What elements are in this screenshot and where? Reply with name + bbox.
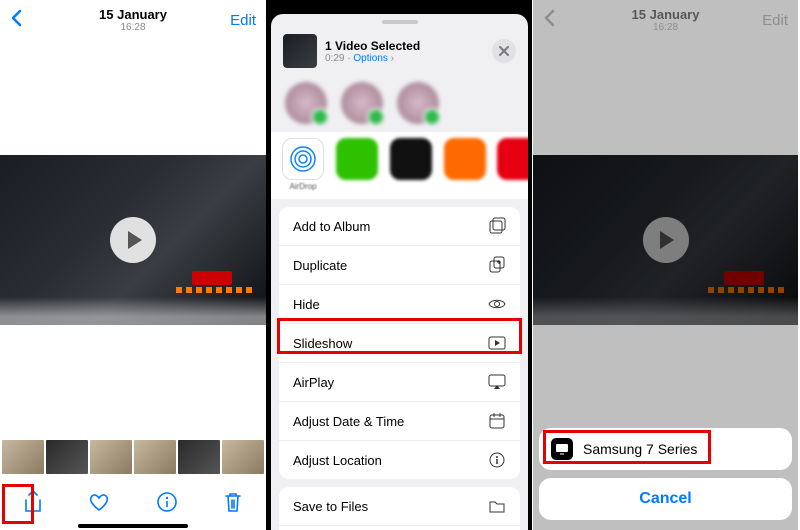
action-adjust-location[interactable]: Adjust Location <box>279 441 520 479</box>
sheet-grabber[interactable] <box>382 20 418 24</box>
action-airplay[interactable]: AirPlay <box>279 363 520 402</box>
airdrop-icon <box>282 138 324 180</box>
nav-bar: 15 January 16:28 Edit <box>0 0 266 40</box>
nav-time: 16:28 <box>0 22 266 33</box>
app-airdrop[interactable]: AirDrop <box>281 138 325 191</box>
douyin-icon[interactable] <box>390 138 432 180</box>
app-icon[interactable] <box>444 138 486 180</box>
folder-icon <box>488 497 506 515</box>
app-icon[interactable] <box>497 138 528 180</box>
airplay-icon <box>488 373 506 391</box>
highlight-airplay <box>277 318 522 354</box>
airplay-picker-screen: 15 January 16:28 Edit Samsung 7 Series C… <box>532 0 798 530</box>
nav-title: 15 January 16:28 <box>0 7 266 33</box>
action-add-to-album[interactable]: Add to Album <box>279 207 520 246</box>
selection-header: 1 Video Selected 0:29 · Options › <box>271 30 528 78</box>
album-icon <box>488 217 506 235</box>
app-label: AirDrop <box>281 182 325 191</box>
selection-thumbnail <box>283 34 317 68</box>
duplicate-icon <box>488 256 506 274</box>
share-sheet: 1 Video Selected 0:29 · Options › A <box>271 14 528 530</box>
close-icon[interactable] <box>492 39 516 63</box>
highlight-device <box>543 430 711 464</box>
info-icon[interactable] <box>156 491 178 513</box>
back-chevron-icon[interactable] <box>10 9 22 31</box>
calendar-icon <box>488 412 506 430</box>
eye-icon <box>488 295 506 313</box>
heart-icon[interactable] <box>88 492 110 512</box>
airplay-device-row[interactable]: Samsung 7 Series <box>539 428 792 470</box>
bottom-toolbar <box>0 484 266 520</box>
info-icon <box>488 451 506 469</box>
nav-date: 15 January <box>0 7 266 22</box>
trash-icon[interactable] <box>223 491 243 513</box>
highlight-share <box>2 484 34 524</box>
action-duplicate[interactable]: Duplicate <box>279 246 520 285</box>
play-icon[interactable] <box>110 217 156 263</box>
share-sheet-screen: 1 Video Selected 0:29 · Options › A <box>266 0 532 530</box>
action-save-to-files[interactable]: Save to Files <box>279 487 520 526</box>
photos-detail-screen: 15 January 16:28 Edit <box>0 0 266 530</box>
action-open-qqmail[interactable]: Open in QQ Mail <box>279 526 520 530</box>
cancel-button[interactable]: Cancel <box>539 478 792 520</box>
options-link[interactable]: Options <box>353 53 387 64</box>
selection-title: 1 Video Selected <box>325 39 484 53</box>
thumbnail-strip[interactable] <box>0 440 266 474</box>
app-row[interactable]: AirDrop <box>271 132 528 199</box>
home-indicator <box>78 524 188 528</box>
edit-button[interactable]: Edit <box>230 12 256 29</box>
airplay-popup: Samsung 7 Series Cancel <box>539 428 792 520</box>
actions-group-2: Save to Files Open in QQ Mail <box>279 487 520 530</box>
video-preview[interactable] <box>0 155 266 325</box>
selection-subtitle: 0:29 · Options › <box>325 53 484 64</box>
decor-stripes <box>176 287 256 293</box>
wechat-icon[interactable] <box>336 138 378 180</box>
airdrop-contacts[interactable] <box>271 78 528 132</box>
logo-badge <box>192 271 232 285</box>
action-adjust-date[interactable]: Adjust Date & Time <box>279 402 520 441</box>
